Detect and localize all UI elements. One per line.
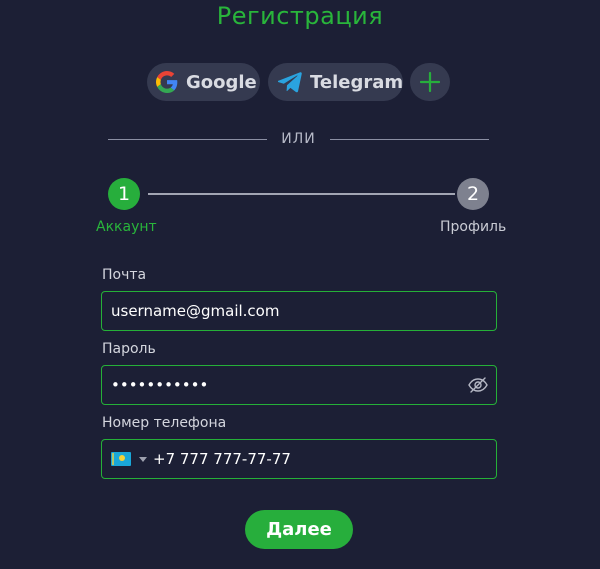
- next-button[interactable]: Далее: [245, 510, 353, 549]
- google-label: Google: [186, 71, 257, 93]
- phone-label: Номер телефона: [102, 415, 227, 431]
- google-icon: [156, 71, 178, 93]
- password-field: [101, 365, 497, 405]
- registration-stepper: 1 2 Аккаунт Профиль: [0, 178, 600, 238]
- chevron-down-icon: [139, 456, 147, 462]
- page-title: Регистрация: [216, 2, 384, 30]
- divider-text: ИЛИ: [281, 131, 316, 147]
- eye-slash-icon[interactable]: [468, 375, 488, 395]
- password-input[interactable]: [102, 376, 496, 394]
- step-2-label: Профиль: [440, 219, 507, 235]
- telegram-label: Telegram: [310, 71, 404, 93]
- country-code-selector[interactable]: [102, 452, 147, 466]
- phone-input[interactable]: [147, 450, 496, 468]
- or-divider: ИЛИ: [108, 128, 490, 150]
- email-input[interactable]: [102, 302, 496, 320]
- step-connector-line: [148, 193, 455, 195]
- step-1-label: Аккаунт: [96, 219, 157, 235]
- kazakhstan-flag-icon: [111, 452, 131, 466]
- divider-line-right: [329, 138, 490, 140]
- email-label: Почта: [102, 267, 147, 283]
- step-2-indicator: 2: [457, 178, 489, 210]
- telegram-login-button[interactable]: Telegram: [268, 63, 403, 101]
- telegram-icon: [278, 72, 302, 93]
- email-field: [101, 291, 497, 331]
- step-1-indicator: 1: [108, 178, 140, 210]
- phone-field: [101, 439, 497, 479]
- password-label: Пароль: [102, 341, 156, 357]
- social-login-row: Google Telegram: [0, 63, 600, 101]
- plus-icon: [420, 72, 440, 92]
- more-login-options-button[interactable]: [410, 63, 450, 101]
- divider-line-left: [108, 138, 268, 140]
- google-login-button[interactable]: Google: [147, 63, 260, 101]
